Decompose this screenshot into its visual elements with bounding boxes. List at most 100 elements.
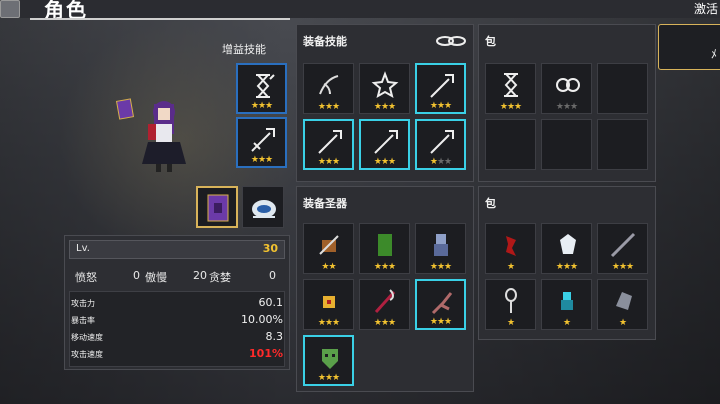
book-icon xyxy=(207,194,229,222)
relic-slot[interactable]: ★★★ xyxy=(415,223,466,274)
link-icon[interactable] xyxy=(435,33,467,49)
bag-relic-slot[interactable]: ★ xyxy=(485,223,536,274)
equipped-relics-panel: 装备圣器 ★★ ★★★ ★★★ ★★★ ★★★ ★★★ ★★★ xyxy=(296,186,474,392)
skill-bag-panel: 包 ★★★ ★★★ xyxy=(478,24,656,182)
rating-stars: ★★ xyxy=(321,262,336,272)
stat-value: 8.3 xyxy=(265,330,284,343)
relic-bag-title: 包 xyxy=(485,197,496,210)
box-relic-icon xyxy=(323,296,335,308)
bag-slot[interactable]: ★★★ xyxy=(541,63,592,114)
buff-skills-label: 增益技能 xyxy=(222,43,266,56)
spoon-icon xyxy=(505,288,517,313)
rating-stars: ★ xyxy=(506,262,515,272)
hourglass-icon xyxy=(256,74,275,98)
rating-stars: ★★★ xyxy=(317,318,340,328)
stat-value: 60.1 xyxy=(258,296,284,309)
relic-slot[interactable]: ★★ xyxy=(303,223,354,274)
rating-stars: ★★★ xyxy=(429,101,452,111)
rating-stars: ★★★ xyxy=(250,155,273,165)
ghost-skill-icon xyxy=(319,75,339,95)
hourglass-icon xyxy=(504,73,518,97)
stat-row-crit: 暴击率 10.00% xyxy=(71,313,283,326)
equipped-relics-title: 装备圣器 xyxy=(303,197,347,210)
bag-relic-slot[interactable]: ★ xyxy=(485,279,536,330)
anger-value: 0 xyxy=(133,269,140,282)
pride-value: 20 xyxy=(193,269,207,282)
skill-slot[interactable]: ★★★ xyxy=(415,63,466,114)
rating-stars: ★★★ xyxy=(317,102,340,112)
relic-bag-panel: 包 ★ ★★★ ★★★ ★ ★ ★ xyxy=(478,186,656,340)
scythe-relic-icon xyxy=(374,289,396,314)
title-underline xyxy=(30,18,290,20)
sword-icon xyxy=(318,130,342,154)
relic-slot[interactable]: ★★★ xyxy=(359,279,410,330)
rating-stars: ★★★ xyxy=(429,157,452,167)
skill-slot[interactable]: ★★★ xyxy=(415,119,466,170)
rating-stars: ★ xyxy=(562,318,571,328)
rating-stars: ★★★ xyxy=(429,317,452,327)
buff-skill-slot-2[interactable]: ★★★ xyxy=(236,117,287,168)
rifle-icon xyxy=(610,232,636,258)
relic-slot[interactable]: ★★★ xyxy=(303,335,354,386)
stat-value: 101% xyxy=(249,347,283,360)
sword-icon xyxy=(374,130,398,154)
skill-slot[interactable]: ★★★ xyxy=(359,119,410,170)
bag-slot-empty[interactable] xyxy=(541,119,592,170)
bag-slot-empty[interactable] xyxy=(485,119,536,170)
rating-stars: ★★★ xyxy=(250,101,273,111)
skill-slot[interactable]: ★★★ xyxy=(359,63,410,114)
scroll-relic-icon xyxy=(378,234,392,256)
rating-stars: ★★★ xyxy=(499,102,522,112)
orb-icon xyxy=(252,200,276,218)
bag-slot-empty[interactable] xyxy=(597,63,648,114)
activate-label[interactable]: 激活 xyxy=(694,0,718,17)
crystal-icon xyxy=(560,234,576,254)
stat-label: 攻击速度 xyxy=(71,350,103,359)
relic-orb-button[interactable] xyxy=(242,186,284,228)
bag-slot-empty[interactable] xyxy=(597,119,648,170)
sword-icon xyxy=(251,128,275,152)
spirit-icon xyxy=(561,292,573,310)
rating-stars: ★★★ xyxy=(611,262,634,272)
back-button[interactable] xyxy=(0,0,20,18)
stat-label: 移动速度 xyxy=(71,333,103,342)
stat-value: 10.00% xyxy=(241,313,283,326)
top-bar xyxy=(0,0,720,18)
stat-label: 攻击力 xyxy=(71,299,95,308)
relic-slot[interactable]: ★★★ xyxy=(415,279,466,330)
rating-stars: ★★★ xyxy=(373,318,396,328)
bag-relic-slot[interactable]: ★ xyxy=(597,279,648,330)
burst-skill-icon xyxy=(371,71,399,99)
greed-value: 0 xyxy=(269,269,276,282)
rating-stars: ★★★ xyxy=(373,157,396,167)
level-row: Lv. 30 xyxy=(69,240,285,259)
pride-label: 傲慢 xyxy=(145,271,167,284)
eyes-skill-icon xyxy=(556,78,580,92)
rating-stars: ★ xyxy=(618,318,627,328)
skill-slot[interactable]: ★★★ xyxy=(303,119,354,170)
rating-stars: ★★★ xyxy=(317,373,340,383)
side-button-text: ﾒ xyxy=(711,47,718,61)
skill-slot[interactable]: ★★★ xyxy=(303,63,354,114)
bag-slot[interactable]: ★★★ xyxy=(485,63,536,114)
character-avatar xyxy=(115,98,186,172)
rating-stars: ★★★ xyxy=(373,102,396,112)
relic-book-button[interactable] xyxy=(196,186,238,228)
bag-relic-slot[interactable]: ★★★ xyxy=(541,223,592,274)
bag-relic-slot[interactable]: ★★★ xyxy=(597,223,648,274)
anger-label: 愤怒 xyxy=(75,271,97,284)
level-value: 30 xyxy=(262,242,278,255)
level-label: Lv. xyxy=(76,243,90,254)
stat-row-move-speed: 移动速度 8.3 xyxy=(71,330,284,343)
stat-row-attack: 攻击力 60.1 xyxy=(71,296,284,309)
buff-skill-slot-1[interactable]: ★★★ xyxy=(236,63,287,114)
stat-label: 暴击率 xyxy=(71,316,95,325)
relic-slot[interactable]: ★★★ xyxy=(359,223,410,274)
side-panel-button[interactable]: ﾒ xyxy=(658,24,720,70)
bag-relic-slot[interactable]: ★ xyxy=(541,279,592,330)
skill-bag-title: 包 xyxy=(485,35,496,48)
equipped-skills-panel: 装备技能 ★★★ ★★★ ★★★ ★★★ ★★★ ★★★ xyxy=(296,24,474,182)
relic-slot[interactable]: ★★★ xyxy=(303,279,354,330)
stone-icon xyxy=(616,292,632,310)
blood-rune-icon xyxy=(506,236,516,256)
